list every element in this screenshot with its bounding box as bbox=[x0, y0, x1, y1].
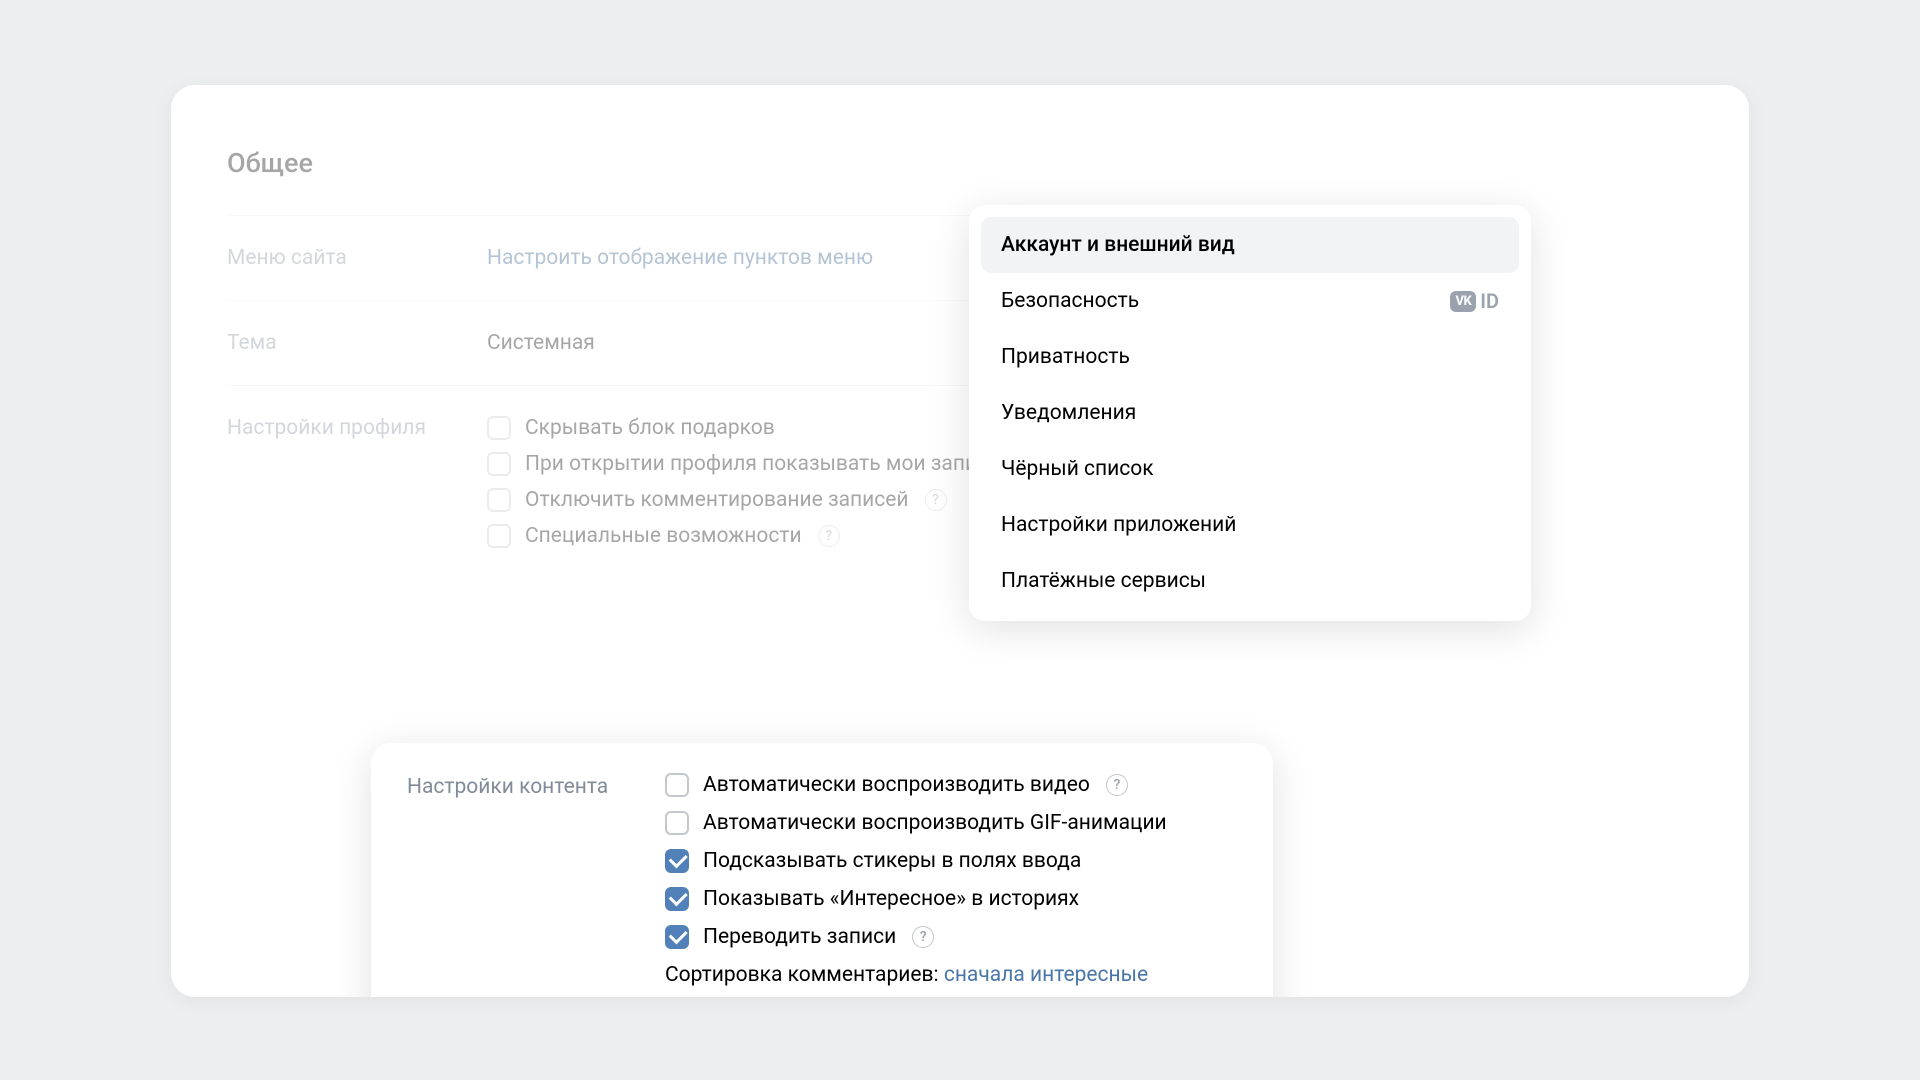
comment-sort-value[interactable]: сначала интересные bbox=[944, 963, 1148, 987]
main-container: Общее Меню сайта Настроить отображение п… bbox=[171, 85, 1749, 997]
content-checkbox[interactable] bbox=[665, 773, 689, 797]
sidebar-item[interactable]: Уведомления bbox=[981, 385, 1519, 441]
content-checkbox-label: Переводить записи bbox=[703, 925, 896, 949]
sidebar-item[interactable]: Платёжные сервисы bbox=[981, 553, 1519, 609]
comment-sort-label: Сортировка комментариев: bbox=[665, 963, 944, 987]
sidebar-item-label: Безопасность bbox=[1001, 289, 1139, 313]
content-item: Автоматически воспроизводить GIF-анимаци… bbox=[665, 811, 1237, 835]
sidebar-item-label: Чёрный список bbox=[1001, 457, 1154, 481]
content-checkbox[interactable] bbox=[665, 887, 689, 911]
row-profile-label: Настройки профиля bbox=[227, 416, 487, 440]
vk-logo-icon: VK bbox=[1450, 291, 1476, 312]
sidebar-item-label: Приватность bbox=[1001, 345, 1130, 369]
sidebar-item-label: Настройки приложений bbox=[1001, 513, 1236, 537]
content-checkbox-label: Показывать «Интересное» в историях bbox=[703, 887, 1079, 911]
profile-checkbox-label: При открытии профиля показывать мои запи… bbox=[525, 452, 1000, 476]
sidebar-item-label: Аккаунт и внешний вид bbox=[1001, 233, 1235, 257]
content-checkbox[interactable] bbox=[665, 811, 689, 835]
sidebar-item-label: Платёжные сервисы bbox=[1001, 569, 1206, 593]
row-theme-value[interactable]: Системная bbox=[487, 331, 595, 355]
profile-checkbox-label: Скрывать блок подарков bbox=[525, 416, 775, 440]
sidebar-item[interactable]: Безопасность VKID bbox=[981, 273, 1519, 329]
content-item: Показывать «Интересное» в историях bbox=[665, 887, 1237, 911]
sidebar-item[interactable]: Аккаунт и внешний вид bbox=[981, 217, 1519, 273]
vk-id-badge: VKID bbox=[1450, 289, 1499, 313]
row-menu-value[interactable]: Настроить отображение пунктов меню bbox=[487, 246, 873, 270]
content-checkbox-label: Подсказывать стикеры в полях ввода bbox=[703, 849, 1081, 873]
comment-sort-row: Сортировка комментариев: сначала интерес… bbox=[665, 963, 1237, 987]
section-title: Общее bbox=[227, 147, 1055, 179]
sidebar-item[interactable]: Чёрный список bbox=[981, 441, 1519, 497]
profile-checkbox[interactable] bbox=[487, 488, 511, 512]
row-profile: Настройки профиля Скрывать блок подарков… bbox=[227, 386, 1055, 578]
row-theme: Тема Системная bbox=[227, 301, 1055, 385]
content-checkbox-label: Автоматически воспроизводить видео bbox=[703, 773, 1090, 797]
settings-panel: Общее Меню сайта Настроить отображение п… bbox=[191, 115, 1091, 610]
row-menu-label: Меню сайта bbox=[227, 246, 487, 270]
content-checkbox[interactable] bbox=[665, 849, 689, 873]
help-icon[interactable]: ? bbox=[912, 926, 934, 948]
row-theme-label: Тема bbox=[227, 331, 487, 355]
content-checkbox-list: Автоматически воспроизводить видео?Автом… bbox=[665, 773, 1237, 949]
profile-item: Специальные возможности? bbox=[487, 524, 1038, 548]
profile-checkbox-list: Скрывать блок подарков При открытии профи… bbox=[487, 416, 1038, 548]
help-icon[interactable]: ? bbox=[925, 489, 947, 511]
content-checkbox-label: Автоматически воспроизводить GIF-анимаци… bbox=[703, 811, 1167, 835]
content-item: Переводить записи? bbox=[665, 925, 1237, 949]
profile-item: Отключить комментирование записей? bbox=[487, 488, 1038, 512]
content-checkbox[interactable] bbox=[665, 925, 689, 949]
help-icon[interactable]: ? bbox=[818, 525, 840, 547]
sidebar-item[interactable]: Настройки приложений bbox=[981, 497, 1519, 553]
settings-sidebar: Аккаунт и внешний вид Безопасность VKID При… bbox=[969, 205, 1531, 621]
row-menu: Меню сайта Настроить отображение пунктов… bbox=[227, 216, 1055, 300]
content-settings-label: Настройки контента bbox=[407, 773, 665, 997]
content-item: Автоматически воспроизводить видео? bbox=[665, 773, 1237, 797]
profile-checkbox[interactable] bbox=[487, 416, 511, 440]
help-icon[interactable]: ? bbox=[1106, 774, 1128, 796]
content-item: Подсказывать стикеры в полях ввода bbox=[665, 849, 1237, 873]
profile-checkbox-label: Отключить комментирование записей bbox=[525, 488, 909, 512]
vk-id-text: ID bbox=[1480, 289, 1499, 313]
sidebar-item[interactable]: Приватность bbox=[981, 329, 1519, 385]
profile-item: Скрывать блок подарков bbox=[487, 416, 1038, 440]
sidebar-item-label: Уведомления bbox=[1001, 401, 1136, 425]
profile-item: При открытии профиля показывать мои запи… bbox=[487, 452, 1038, 476]
profile-checkbox-label: Специальные возможности bbox=[525, 524, 802, 548]
profile-checkbox[interactable] bbox=[487, 452, 511, 476]
profile-checkbox[interactable] bbox=[487, 524, 511, 548]
content-settings-card: Настройки контента Автоматически воспрои… bbox=[371, 743, 1273, 997]
